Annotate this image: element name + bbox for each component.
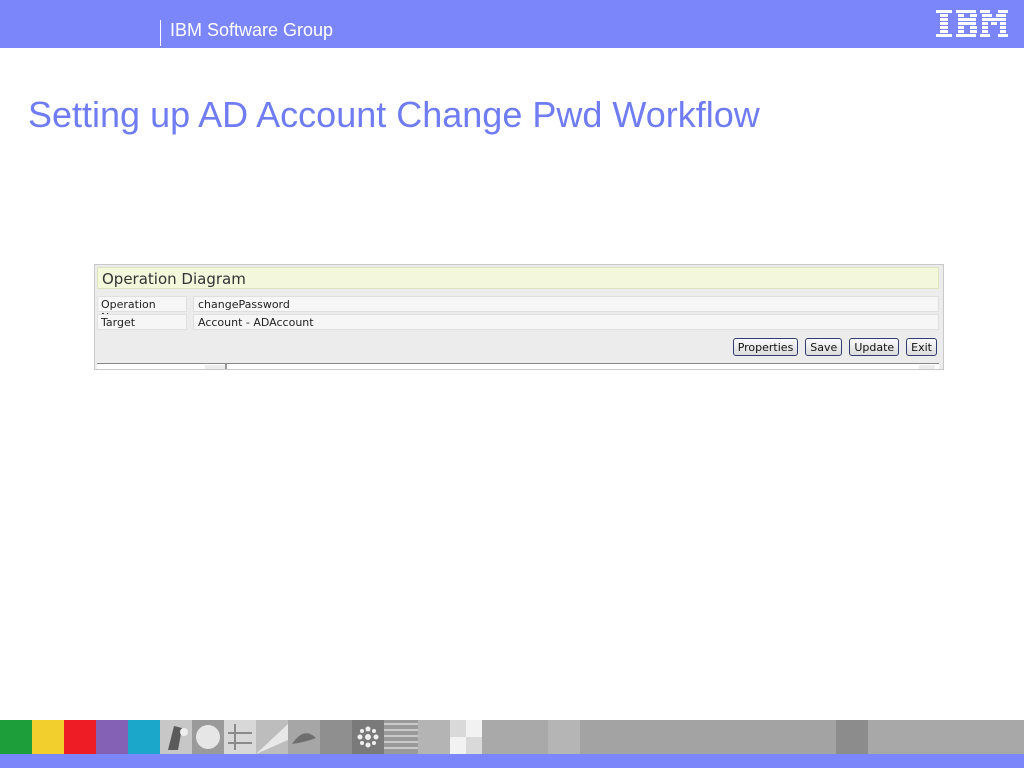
mosaic-tile-purple [96,720,128,754]
target-label: Target [97,314,187,330]
header-bar: IBM Software Group [0,0,1024,48]
diagram-canvas[interactable] [97,363,939,369]
mosaic-flower-tile [352,720,384,754]
mosaic-grid-tile [224,720,256,754]
operation-name-label: Operation Name [97,296,187,324]
mosaic-tile-end [868,720,1024,754]
mosaic-tile-cyan [128,720,160,754]
mosaic-circle-tile [192,720,224,754]
mosaic-tile-long [580,720,836,754]
mosaic-tile-gray [320,720,352,754]
mosaic-checker-tile [450,720,482,754]
mosaic-tile-light [418,720,450,754]
target-row: Target Account - ADAccount [97,314,939,330]
operation-name-value[interactable]: changePassword [193,296,939,312]
panel-header: Operation Diagram [97,267,939,289]
mosaic-tile-yellow [32,720,64,754]
group-name: IBM Software Group [170,20,334,40]
mosaic-leaf-tile [256,720,288,754]
properties-button[interactable]: Properties [732,338,799,356]
operation-diagram-panel: Operation Diagram Operation Name changeP… [94,264,944,370]
slide-title: Setting up AD Account Change Pwd Workflo… [28,94,760,135]
target-value[interactable]: Account - ADAccount [193,314,939,330]
mosaic-tile-green [0,720,32,754]
pane-splitter[interactable] [205,365,225,369]
panel-button-group: Properties Save Update Exit [732,338,937,356]
operation-name-row: Operation Name changePassword [97,296,939,324]
mosaic-tile-mid2 [548,720,580,754]
exit-button[interactable]: Exit [906,338,937,356]
footer-bar [0,754,1024,768]
canvas-scrollbar[interactable] [919,365,935,369]
mosaic-tile-mid [482,720,548,754]
footer-mosaic-strip [0,720,1024,754]
ibm-logo-icon [936,10,1008,37]
mosaic-tile-dark [836,720,868,754]
save-button[interactable]: Save [805,338,843,356]
mosaic-photo-tile [160,720,192,754]
update-button[interactable]: Update [849,338,900,356]
mosaic-stripe-tile [384,720,418,754]
header-divider [160,20,161,46]
mosaic-tile-red [64,720,96,754]
mosaic-bird-tile [288,720,320,754]
